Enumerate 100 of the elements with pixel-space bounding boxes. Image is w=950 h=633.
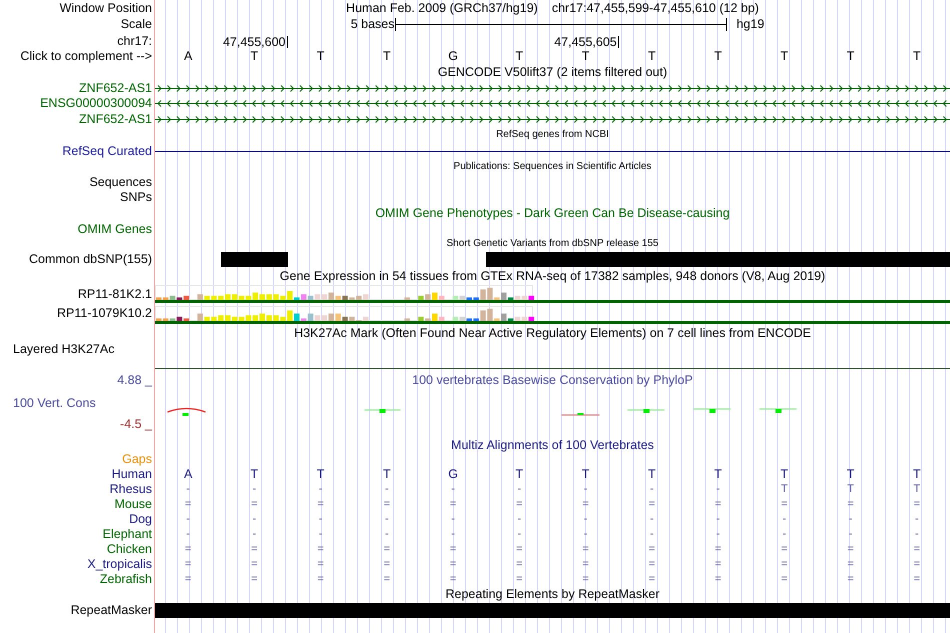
gene-label: ZNF652-AS1 <box>79 82 152 95</box>
alignment-base: - <box>650 484 654 495</box>
base-letter[interactable]: T <box>780 50 788 63</box>
species-label: Dog <box>129 513 152 526</box>
track-title: GENCODE V50lift37 (2 items filtered out) <box>438 66 668 79</box>
base-letter[interactable]: T <box>582 50 590 63</box>
alignment-base: T <box>913 468 921 481</box>
alignment-base: = <box>251 499 258 510</box>
species-label: Human <box>112 468 152 481</box>
gene-label: RP11-1079K10.2 <box>57 307 152 320</box>
alignment-base: = <box>184 559 192 570</box>
alignment-base: - <box>584 529 588 540</box>
position-range: chr17:47,455,599-47,455,610 (12 bp) <box>552 2 759 14</box>
alignment-base: = <box>184 499 192 510</box>
alignment-base: T <box>781 484 788 495</box>
alignment-base: = <box>516 574 523 585</box>
alignment-base: = <box>450 574 456 585</box>
alignment-base: = <box>847 559 854 570</box>
alignment-base: = <box>251 574 258 585</box>
alignment-base: = <box>251 544 258 555</box>
alignment-base: = <box>317 544 324 555</box>
base-letter[interactable]: T <box>714 50 722 63</box>
species-label: Chicken <box>106 543 152 556</box>
alignment-base: - <box>186 514 190 525</box>
base-letter[interactable]: G <box>448 50 458 63</box>
base-letter[interactable]: T <box>846 50 854 63</box>
axis-min-label: -4.5 _ <box>120 418 152 430</box>
coordinate-tick: 47,455,605 <box>554 36 619 48</box>
alignment-base: = <box>648 499 656 510</box>
track-label: SNPs <box>120 191 152 204</box>
alignment-base: = <box>516 559 523 570</box>
alignment-base: - <box>584 514 588 525</box>
alignment-base: G <box>448 468 458 481</box>
alignment-base: = <box>914 574 920 585</box>
alignment-base: = <box>384 544 390 555</box>
alignment-base: - <box>716 514 720 525</box>
track-label: Layered H3K27Ac <box>13 343 114 356</box>
scale-span: 5 bases <box>350 18 394 31</box>
alignment-base: = <box>317 499 324 510</box>
alignment-base: T <box>316 468 324 481</box>
base-letter[interactable]: T <box>316 50 324 63</box>
alignment-base: = <box>914 544 920 555</box>
repeat-element-bar[interactable] <box>155 602 950 618</box>
alignment-base: = <box>847 574 854 585</box>
alignment-base: = <box>781 559 788 570</box>
alignment-base: - <box>252 484 256 495</box>
coordinate-tick: 47,455,600 <box>222 36 288 48</box>
alignment-base: = <box>648 574 656 585</box>
base-letter[interactable]: T <box>250 50 258 63</box>
alignment-base: - <box>186 529 190 540</box>
alignment-base: = <box>847 499 854 510</box>
track-title: Repeating Elements by RepeatMasker <box>445 588 660 601</box>
alignment-base: - <box>518 514 522 525</box>
alignment-base: - <box>716 484 720 495</box>
alignment-base: - <box>451 529 455 540</box>
alignment-base: = <box>648 559 656 570</box>
alignment-base: - <box>782 529 786 540</box>
alignment-base: = <box>781 499 788 510</box>
alignment-base: = <box>714 499 722 510</box>
alignment-base: - <box>318 484 322 495</box>
alignment-base: - <box>385 529 389 540</box>
row-label: chr17: <box>117 34 152 48</box>
base-letter[interactable]: T <box>516 50 524 63</box>
alignment-base: T <box>582 468 590 481</box>
track-title: 100 vertebrates Basewise Conservation by PhyloP <box>412 374 693 387</box>
alignment-base: - <box>318 529 322 540</box>
alignment-base: = <box>781 574 788 585</box>
alignment-base: A <box>184 468 192 481</box>
base-letter[interactable]: T <box>913 50 921 63</box>
track-title: RefSeq genes from NCBI <box>496 130 609 140</box>
track-label: Common dbSNP(155) <box>29 253 152 266</box>
variant-bar[interactable] <box>486 252 552 267</box>
alignment-base: - <box>318 514 322 525</box>
refseq-gene-line[interactable] <box>155 150 950 152</box>
alignment-base: - <box>848 514 852 525</box>
alignment-base: - <box>252 529 256 540</box>
alignment-base: T <box>780 468 788 481</box>
alignment-base: T <box>847 484 854 495</box>
alignment-base: = <box>582 544 589 555</box>
variant-bar[interactable] <box>221 252 288 267</box>
base-letter[interactable]: T <box>383 50 391 63</box>
gene-label: ENSG00000300094 <box>40 97 152 110</box>
base-letter[interactable]: A <box>184 50 192 63</box>
alignment-base: - <box>385 514 389 525</box>
base-letter[interactable]: T <box>648 50 656 63</box>
alignment-base: - <box>782 514 786 525</box>
alignment-base: = <box>847 544 854 555</box>
alignment-base: T <box>914 484 920 495</box>
species-label: Mouse <box>114 498 152 511</box>
alignment-base: = <box>516 544 523 555</box>
alignment-base: - <box>186 484 190 495</box>
alignment-base: - <box>518 484 522 495</box>
alignment-base: - <box>650 529 654 540</box>
alignment-base: - <box>518 529 522 540</box>
row-label: Window Position <box>60 2 152 14</box>
variant-bar[interactable] <box>884 252 950 267</box>
track-title: Short Genetic Variants from dbSNP release 155 <box>446 239 658 249</box>
alignment-base: - <box>451 484 455 495</box>
gene-label: ZNF652-AS1 <box>79 112 152 126</box>
track-title: OMIM Gene Phenotypes - Dark Green Can Be Disease-causing <box>375 207 730 220</box>
